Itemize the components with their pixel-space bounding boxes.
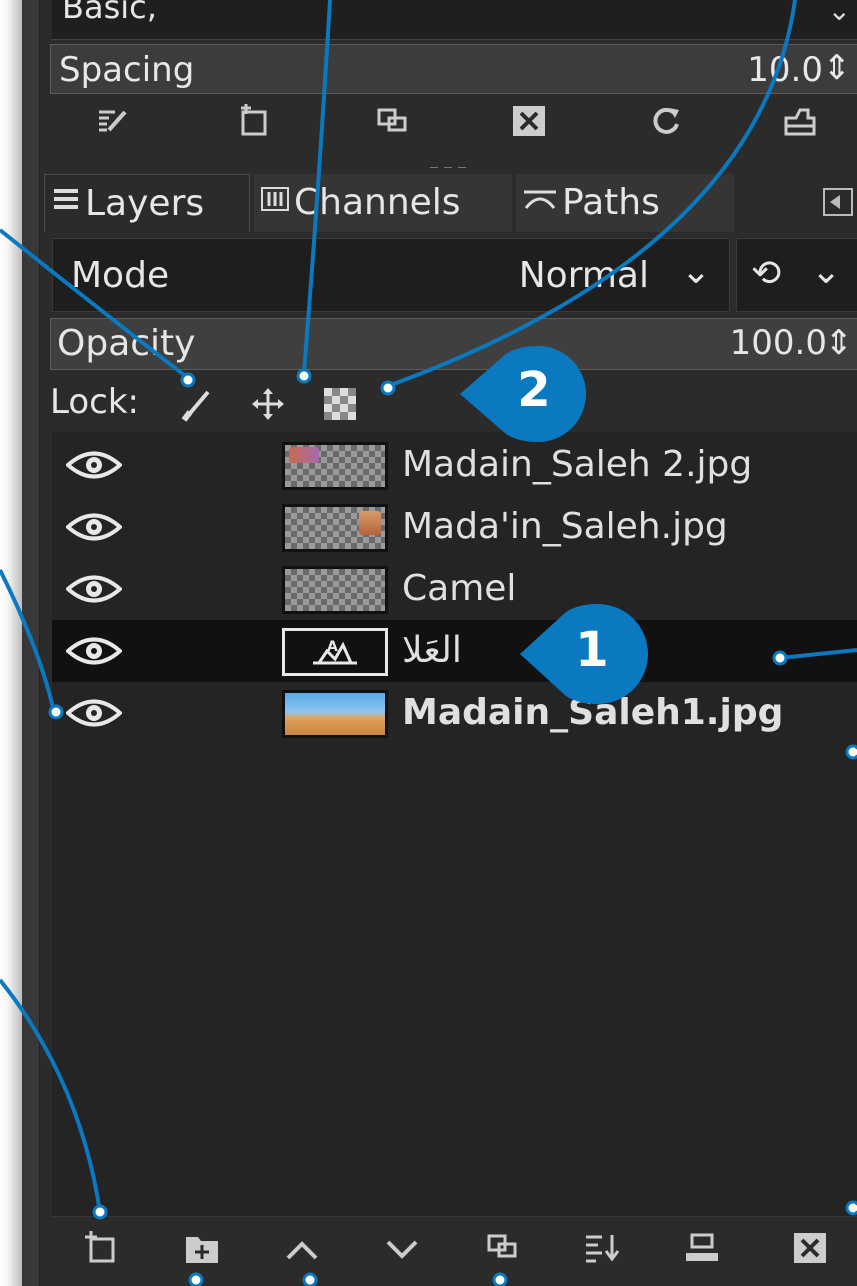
merge-layer-icon[interactable]	[578, 1231, 626, 1271]
tab-channels[interactable]: Channels	[254, 174, 512, 232]
paths-icon	[522, 174, 562, 232]
anchor-layer-icon[interactable]	[678, 1231, 726, 1271]
eye-icon[interactable]	[64, 510, 124, 544]
spinner-icon[interactable]: ⇕	[825, 323, 854, 363]
brush-preset-label: Basic,	[62, 0, 157, 26]
chevron-down-icon: ⌄	[811, 251, 842, 292]
callout-number: 2	[517, 362, 551, 418]
lock-alpha-icon[interactable]	[322, 386, 358, 422]
layer-name[interactable]: Mada'in_Saleh.jpg	[402, 506, 728, 547]
tab-menu-icon[interactable]	[823, 188, 853, 216]
layer-thumbnail	[282, 504, 388, 552]
delete-layer-icon[interactable]	[786, 1231, 834, 1271]
dock-tabs: Layers Channels Paths	[40, 168, 857, 234]
layer-row-selected[interactable]: A العَلا	[52, 620, 857, 682]
layer-row[interactable]: Camel	[52, 558, 857, 620]
layer-thumbnail	[282, 566, 388, 614]
mode-value: Normal	[518, 255, 649, 296]
edit-brush-icon[interactable]	[88, 104, 136, 146]
mode-label: Mode	[71, 255, 170, 296]
layers-icon	[51, 175, 85, 233]
tab-channels-label: Channels	[294, 182, 461, 223]
open-brush-as-image-icon[interactable]	[776, 104, 824, 146]
spacing-value: 10.0	[747, 50, 823, 90]
spinner-icon[interactable]: ⇕	[823, 48, 852, 88]
delete-brush-icon[interactable]	[505, 104, 553, 146]
eye-icon[interactable]	[64, 634, 124, 668]
spacing-slider[interactable]: Spacing 10.0 ⇕	[50, 44, 857, 94]
chevron-down-icon: ⌄	[827, 0, 851, 27]
eye-icon[interactable]	[64, 572, 124, 606]
layer-row[interactable]: Madain_Saleh 2.jpg	[52, 434, 857, 496]
opacity-label: Opacity	[57, 323, 196, 364]
layer-thumbnail	[282, 690, 388, 738]
lock-row: Lock:	[50, 376, 857, 428]
layer-name[interactable]: Madain_Saleh 2.jpg	[402, 444, 752, 485]
brush-toolbar	[50, 98, 857, 154]
layer-name[interactable]: العَلا	[402, 630, 462, 671]
raise-layer-icon[interactable]	[278, 1231, 326, 1271]
opacity-value: 100.0	[729, 323, 827, 363]
layer-list[interactable]: Madain_Saleh 2.jpg Mada'in_Saleh.jpg Cam…	[52, 432, 857, 1216]
layer-row[interactable]: Madain_Saleh1.jpg	[52, 682, 857, 744]
composite-mode-icon: ⟲	[751, 253, 782, 294]
window-edge	[0, 0, 22, 1286]
duplicate-brush-icon[interactable]	[368, 104, 416, 146]
layers-toolbar	[52, 1216, 857, 1286]
composite-mode-select[interactable]: ⟲ ⌄	[736, 238, 857, 312]
layer-row[interactable]: Mada'in_Saleh.jpg	[52, 496, 857, 558]
mode-select[interactable]: Mode Normal ⌄	[52, 238, 730, 312]
layer-name[interactable]: Camel	[402, 568, 516, 609]
dock-handle[interactable]	[22, 0, 40, 1286]
tab-layers-label: Layers	[85, 183, 205, 224]
layer-thumbnail	[282, 442, 388, 490]
duplicate-layer-icon[interactable]	[478, 1231, 526, 1271]
lock-pixels-icon[interactable]	[178, 386, 214, 422]
opacity-slider[interactable]: Opacity 100.0 ⇕	[50, 318, 857, 370]
tab-layers[interactable]: Layers	[44, 174, 250, 232]
channels-icon	[260, 174, 294, 232]
lock-label: Lock:	[50, 382, 139, 422]
callout-badge-1: 1	[518, 604, 648, 704]
tab-paths-label: Paths	[562, 182, 660, 223]
lower-layer-icon[interactable]	[378, 1231, 426, 1271]
eye-icon[interactable]	[64, 696, 124, 730]
callout-number: 1	[575, 622, 609, 678]
lock-position-icon[interactable]	[250, 386, 286, 422]
tab-paths[interactable]: Paths	[516, 174, 734, 232]
new-layer-group-icon[interactable]	[178, 1231, 226, 1271]
callout-badge-2: 2	[458, 346, 586, 442]
new-brush-icon[interactable]	[230, 104, 278, 146]
refresh-brushes-icon[interactable]	[642, 104, 690, 146]
eye-icon[interactable]	[64, 448, 124, 482]
new-layer-icon[interactable]	[76, 1231, 124, 1271]
chevron-down-icon: ⌄	[680, 251, 711, 292]
dock-separator[interactable]	[430, 158, 490, 173]
spacing-label: Spacing	[59, 50, 195, 90]
text-layer-thumbnail: A	[282, 628, 388, 676]
svg-text:A: A	[327, 639, 338, 655]
brush-preset-select[interactable]: Basic, ⌄	[52, 0, 857, 40]
